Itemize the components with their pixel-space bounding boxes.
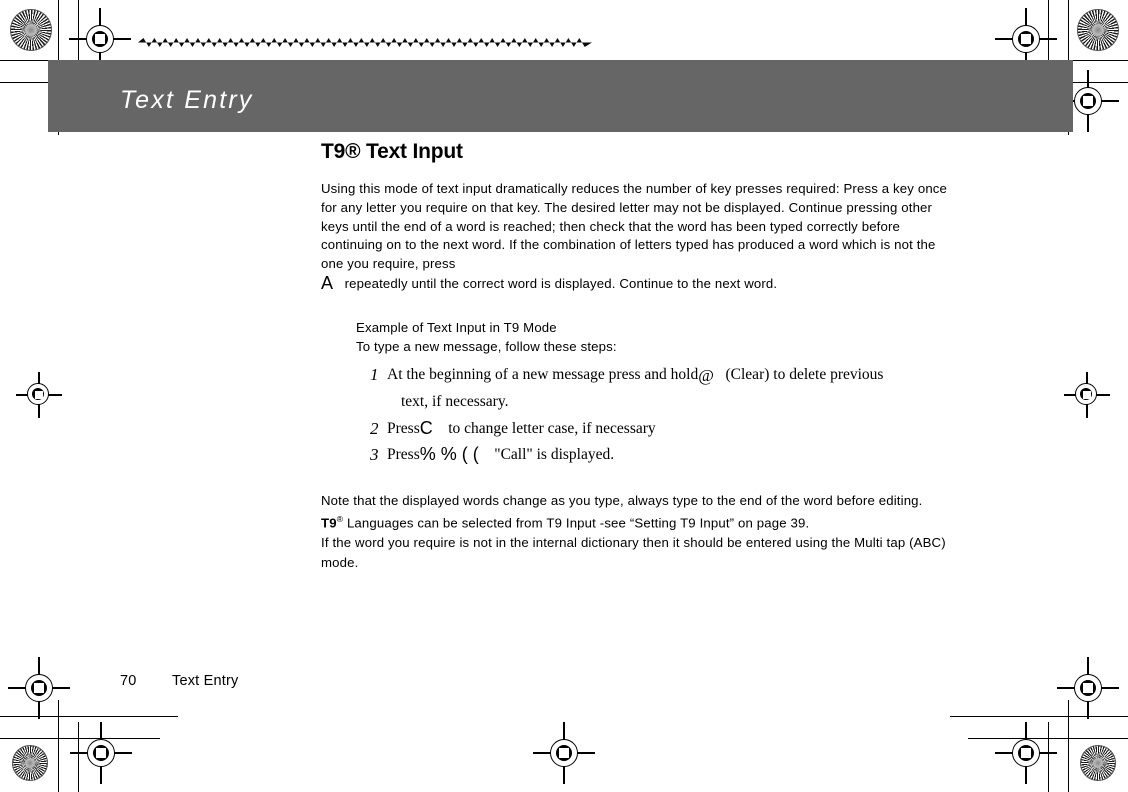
registration-mark-lower-left	[70, 722, 132, 784]
step-number: 1	[370, 364, 379, 384]
step-text-after: (Clear) to delete previous	[725, 365, 884, 383]
list-item: 1 At the beginning of a new message pres…	[370, 362, 961, 388]
intro-paragraph-text-b: repeatedly until the correct word is dis…	[344, 275, 778, 291]
crop-mark-line	[0, 738, 160, 740]
step-text-before: Press	[387, 419, 420, 437]
step-text-after: "Call" is displayed.	[494, 445, 615, 463]
step-text-after: to change letter case, if necessary	[448, 419, 656, 437]
step-text: At the beginning of a new message press …	[387, 362, 961, 388]
star-target-bottom-right	[1080, 745, 1116, 781]
case-key-icon: C	[419, 417, 433, 438]
registration-mark-left-middle	[16, 372, 62, 418]
intro-paragraph: Using this mode of text input dramatical…	[321, 180, 961, 294]
page-title: T9® Text Input	[321, 140, 463, 163]
crop-mark-line	[1048, 722, 1050, 792]
example-steps-list: 1 At the beginning of a new message pres…	[370, 362, 961, 467]
note-line-display-words: Note that the displayed words change as …	[321, 492, 923, 508]
notes-block: Note that the displayed words change as …	[321, 491, 961, 572]
step-number: 2	[370, 418, 379, 438]
registration-mark-lower-right	[995, 722, 1057, 784]
registration-mark-bottom-center	[533, 722, 595, 784]
step-continuation: text, if necessary.	[401, 392, 509, 410]
page-footer: 70 Text Entry	[120, 673, 238, 689]
step-number: 3	[370, 444, 379, 464]
zigzag-decoration	[138, 38, 592, 47]
registration-mark-right-middle	[1064, 372, 1110, 418]
note-line-multitap: If the word you require is not in the in…	[321, 535, 946, 570]
numeric-keys-icon: % % ( (	[419, 443, 479, 464]
footer-page-number: 70	[120, 673, 137, 689]
registration-mark-bottom-right	[1057, 657, 1119, 719]
clear-key-icon: @	[698, 365, 714, 385]
t9-trademark-label: T9	[321, 515, 337, 531]
example-subheading: To type a new message, follow these step…	[356, 338, 617, 354]
registered-trademark-icon: ®	[336, 514, 344, 525]
crop-mark-line	[968, 738, 1128, 740]
crop-mark-line	[950, 716, 1128, 718]
intro-paragraph-text-a: Using this mode of text input dramatical…	[321, 181, 948, 272]
note-languages-text: Languages can be selected from T9 Input …	[346, 515, 810, 531]
chapter-header-title: Text Entry	[120, 86, 254, 114]
list-item: 2 PressC to change letter case, if neces…	[370, 416, 961, 441]
note-line-languages: T9® Languages can be selected from T9 In…	[321, 510, 961, 533]
step-text-before: At the beginning of a new message press …	[387, 365, 699, 383]
crop-mark-line	[78, 722, 80, 792]
main-content: T9® Text Input Using this mode of text i…	[321, 140, 961, 572]
star-target-bottom-left	[12, 745, 48, 781]
navigate-key-icon: A	[321, 272, 334, 293]
step-text: PressC to change letter case, if necessa…	[387, 416, 961, 441]
footer-chapter-label: Text Entry	[172, 673, 239, 689]
example-block: Example of Text Input in T9 Mode To type…	[356, 318, 961, 467]
registration-mark-bottom-left	[8, 657, 70, 719]
step-text-before: Press	[387, 445, 420, 463]
crop-mark-line	[1068, 700, 1070, 792]
step-text: Press% % ( ( "Call" is displayed.	[387, 442, 961, 467]
crop-mark-line	[0, 716, 178, 718]
list-item: 3 Press% % ( ( "Call" is displayed.	[370, 442, 961, 467]
star-target-top-right	[1077, 9, 1119, 51]
crop-mark-line	[58, 700, 60, 792]
star-target-top-left	[10, 9, 52, 51]
example-heading: Example of Text Input in T9 Mode	[356, 319, 557, 335]
